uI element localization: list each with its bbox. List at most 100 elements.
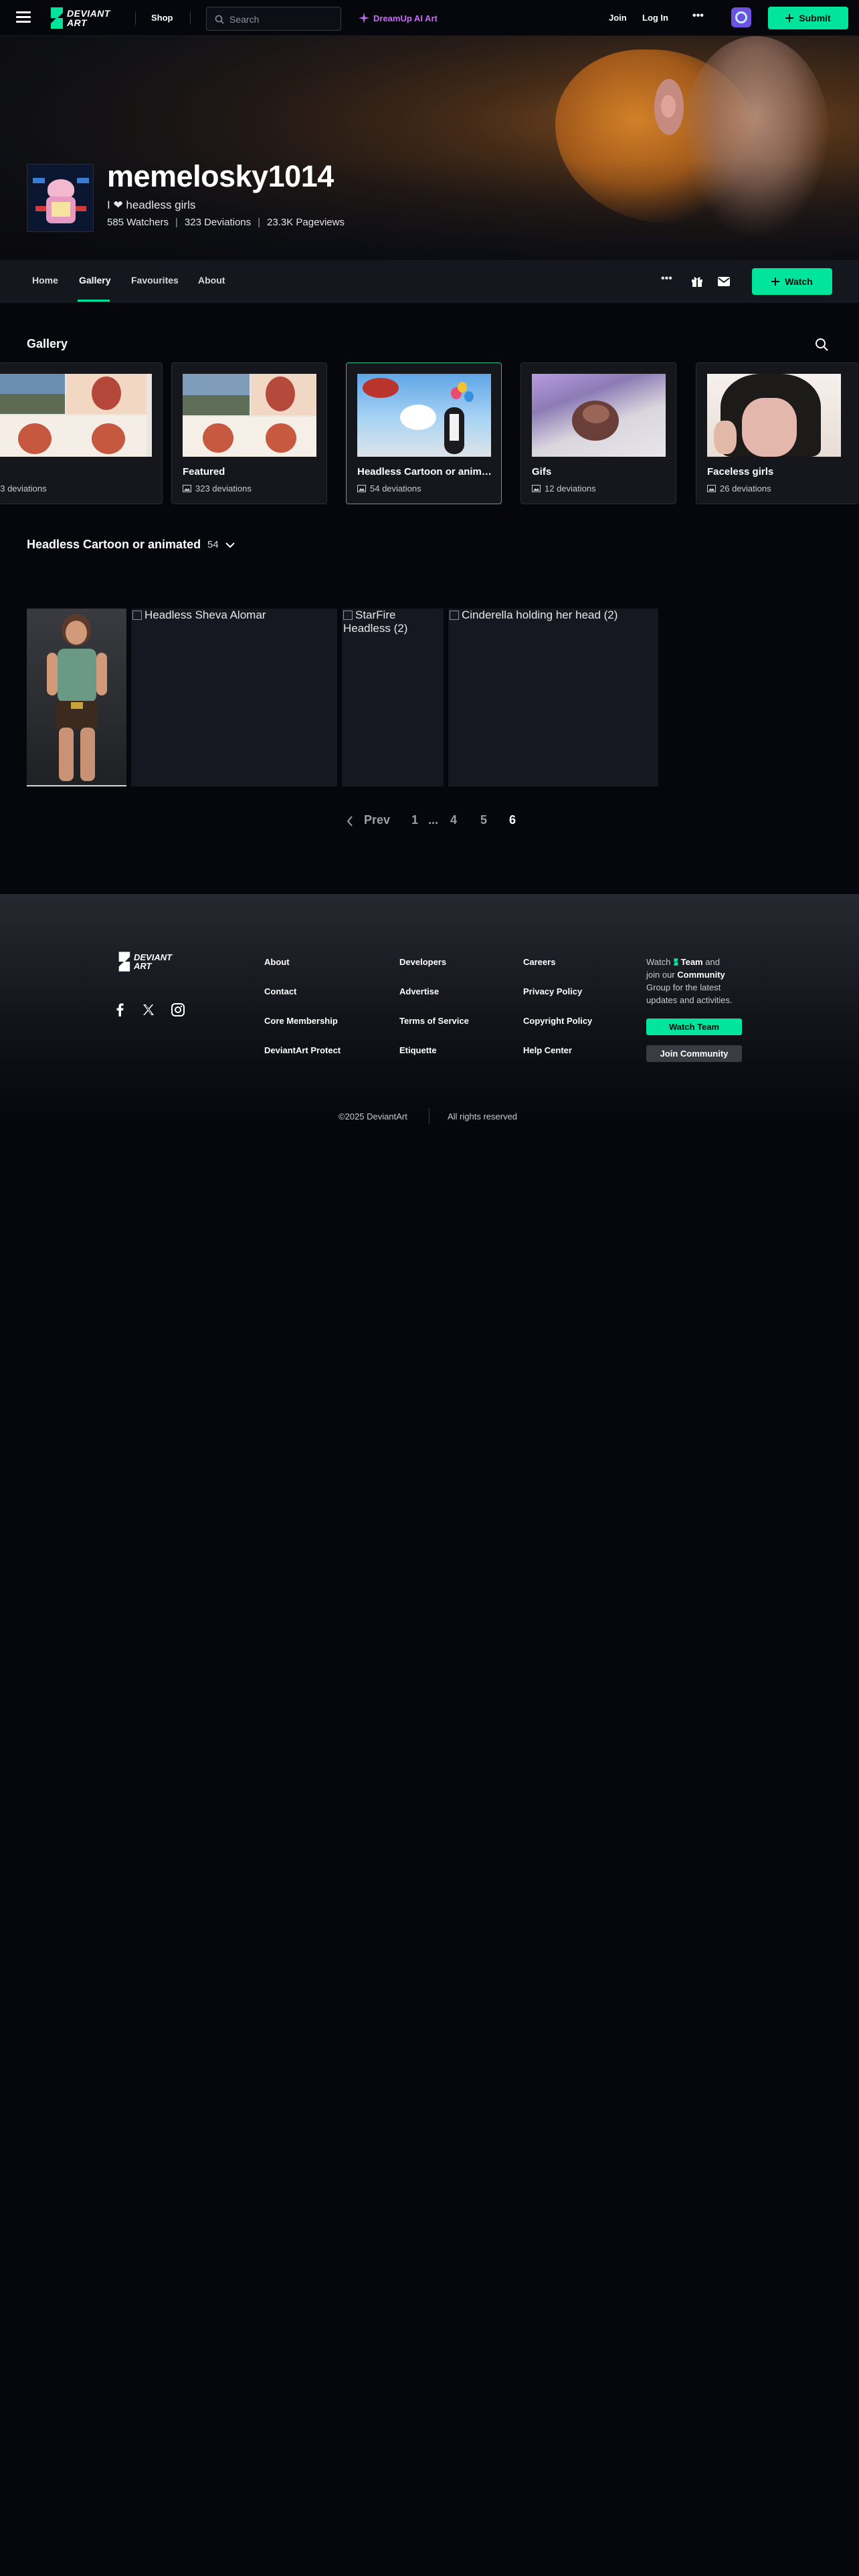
deviantart-logo[interactable]: DEVIANT ART xyxy=(48,7,122,29)
avatar[interactable] xyxy=(27,164,94,232)
more-options-icon[interactable]: ••• xyxy=(661,273,672,285)
logo-text-line2: ART xyxy=(67,17,88,28)
folder-title: Faceless girls xyxy=(707,466,774,477)
pagination-page[interactable]: 1 xyxy=(411,813,418,827)
footer-logo[interactable]: DEVIANT ART xyxy=(116,952,190,973)
footer-link-etiquette[interactable]: Etiquette xyxy=(399,1045,437,1055)
menu-icon[interactable] xyxy=(16,11,31,23)
facebook-icon[interactable] xyxy=(116,1003,124,1016)
search-icon[interactable] xyxy=(815,338,828,351)
broken-image-icon xyxy=(132,611,142,620)
broken-image-icon xyxy=(343,611,353,620)
footer-link-core-membership[interactable]: Core Membership xyxy=(264,1016,338,1026)
broken-image-alt-text: Headless Sheva Alomar xyxy=(145,609,266,621)
tab-about[interactable]: About xyxy=(198,275,225,286)
submit-button[interactable]: Submit xyxy=(768,7,848,29)
footer-link-about[interactable]: About xyxy=(264,957,290,967)
deviantart-logo-icon xyxy=(51,7,63,29)
collection-title[interactable]: Headless Cartoon or animated xyxy=(27,538,201,552)
chevron-left-icon[interactable] xyxy=(347,816,353,827)
gallery-title: Gallery xyxy=(27,337,68,350)
gallery-folder-card[interactable]: Featured 323 deviations xyxy=(171,362,327,504)
footer-link-careers[interactable]: Careers xyxy=(523,957,555,967)
plus-icon xyxy=(785,14,794,22)
gallery-folder-card[interactable]: 23 deviations xyxy=(0,362,163,504)
image-icon xyxy=(183,485,191,492)
folder-title: Gifs xyxy=(532,466,552,477)
footer-watch-note: Watch Team and join our Community Group … xyxy=(646,957,733,1005)
broken-image-alt-text: StarFire Headless (2) xyxy=(343,609,408,635)
broken-image-icon xyxy=(450,611,459,620)
core-badge-icon[interactable] xyxy=(731,7,751,27)
folder-count: 12 deviations xyxy=(532,484,596,494)
folder-count: 54 deviations xyxy=(357,484,421,494)
deviations-count: 323 Deviations xyxy=(184,217,252,228)
login-link[interactable]: Log In xyxy=(642,13,668,23)
mail-icon[interactable] xyxy=(718,277,730,286)
deviation-thumbnail[interactable]: Headless Sheva Alomar xyxy=(131,609,337,786)
profile-tab-bar: Home Gallery Favourites About ••• Watch xyxy=(0,260,859,303)
team-logo-icon xyxy=(674,958,678,966)
tab-home[interactable]: Home xyxy=(32,275,58,286)
instagram-icon[interactable] xyxy=(171,1003,185,1016)
footer-link-help-center[interactable]: Help Center xyxy=(523,1045,572,1055)
gift-icon[interactable] xyxy=(691,276,703,288)
deviantart-logo-icon xyxy=(118,952,130,972)
dreamup-link[interactable]: DreamUp AI Art xyxy=(359,11,438,25)
profile-stats: 585 Watchers | 323 Deviations | 23.3K Pagevi… xyxy=(107,217,345,228)
more-options-icon[interactable]: ••• xyxy=(692,10,704,22)
footer-link-developers[interactable]: Developers xyxy=(399,957,446,967)
pagination-page[interactable]: 5 xyxy=(480,813,487,827)
join-link[interactable]: Join xyxy=(609,13,627,23)
divider xyxy=(429,1108,430,1124)
top-bar: DEVIANT ART Shop Search DreamUp AI Art J… xyxy=(0,0,859,36)
dreamup-label: DreamUp AI Art xyxy=(373,13,438,23)
folder-title: Featured xyxy=(183,466,225,477)
x-twitter-icon[interactable] xyxy=(142,1004,155,1016)
search-placeholder: Search xyxy=(229,14,260,25)
image-icon xyxy=(707,485,716,492)
profile-tagline: I ❤ headless girls xyxy=(107,199,196,211)
gallery-folder-card[interactable]: Headless Cartoon or animated 54 deviatio… xyxy=(346,362,502,504)
watchers-count[interactable]: 585 Watchers xyxy=(107,217,169,228)
site-footer: DEVIANT ART About Contact Core Membershi… xyxy=(0,894,859,1121)
pagination-page[interactable]: 4 xyxy=(450,813,457,827)
folder-thumbnail xyxy=(0,374,152,457)
shop-link[interactable]: Shop xyxy=(151,13,173,23)
pageviews-count: 23.3K Pageviews xyxy=(267,217,345,228)
footer-link-terms[interactable]: Terms of Service xyxy=(399,1016,469,1026)
deviation-thumbnail[interactable]: Cinderella holding her head (2) xyxy=(448,609,658,786)
sparkle-icon xyxy=(359,13,369,23)
submit-label: Submit xyxy=(799,13,831,23)
search-icon xyxy=(215,15,224,24)
folder-thumbnail xyxy=(183,374,316,457)
profile-username: memelosky1014 xyxy=(107,159,334,193)
deviation-thumbnail[interactable]: StarFire Headless (2) xyxy=(342,609,444,786)
divider xyxy=(190,11,191,25)
logo-text-line2: ART xyxy=(134,961,152,971)
search-input[interactable]: Search xyxy=(206,7,341,31)
gallery-folder-card[interactable]: Faceless girls 26 deviations xyxy=(696,362,859,504)
gallery-folder-card[interactable]: Gifs 12 deviations xyxy=(520,362,676,504)
footer-rights: All rights reserved xyxy=(448,1111,518,1121)
footer-link-contact[interactable]: Contact xyxy=(264,986,296,996)
deviation-thumbnail[interactable] xyxy=(27,609,126,786)
pagination-prev[interactable]: Prev xyxy=(364,813,390,827)
tab-gallery[interactable]: Gallery xyxy=(79,275,110,286)
folder-count: 26 deviations xyxy=(707,484,771,494)
image-icon xyxy=(357,485,366,492)
folder-count: 323 deviations xyxy=(183,484,252,494)
plus-icon xyxy=(771,278,780,286)
join-community-button[interactable]: Join Community xyxy=(646,1045,742,1062)
pagination-ellipsis: ... xyxy=(428,813,439,827)
watch-team-button[interactable]: Watch Team xyxy=(646,1018,742,1035)
footer-link-copyright[interactable]: Copyright Policy xyxy=(523,1016,592,1026)
watch-label: Watch xyxy=(785,276,813,287)
chevron-down-icon[interactable] xyxy=(225,542,235,548)
footer-link-privacy[interactable]: Privacy Policy xyxy=(523,986,582,996)
image-icon xyxy=(532,485,541,492)
watch-button[interactable]: Watch xyxy=(752,268,832,295)
tab-favourites[interactable]: Favourites xyxy=(131,275,179,286)
footer-link-deviantart-protect[interactable]: DeviantArt Protect xyxy=(264,1045,341,1055)
footer-link-advertise[interactable]: Advertise xyxy=(399,986,439,996)
